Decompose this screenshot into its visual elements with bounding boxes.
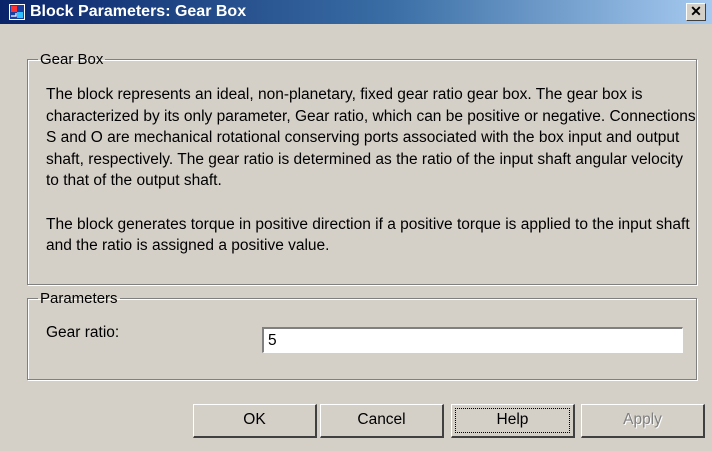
apply-button-label: Apply: [623, 411, 662, 428]
close-button[interactable]: ✕: [686, 3, 706, 21]
help-button-label: Help: [496, 411, 529, 428]
ok-button-label: OK: [243, 411, 266, 428]
cancel-button[interactable]: Cancel: [320, 404, 444, 438]
gear-box-legend: Gear Box: [40, 51, 104, 68]
simulink-block-icon: [9, 4, 25, 20]
title-bar[interactable]: Block Parameters: Gear Box ✕: [0, 0, 712, 24]
gear-ratio-label: Gear ratio:: [46, 324, 120, 341]
cancel-button-label: Cancel: [357, 411, 406, 428]
description-paragraph: The block represents an ideal, non-plane…: [46, 86, 696, 190]
description-paragraph: The block generates torque in positive d…: [46, 215, 690, 255]
gear-ratio-input[interactable]: [262, 327, 683, 353]
help-button[interactable]: Help: [451, 404, 575, 438]
block-description: The block represents an ideal, non-plane…: [46, 84, 696, 257]
window-title: Block Parameters: Gear Box: [30, 3, 247, 20]
apply-button[interactable]: Apply: [581, 404, 705, 438]
block-parameters-dialog: Block Parameters: Gear Box ✕ Gear Box Th…: [0, 0, 712, 451]
ok-button[interactable]: OK: [193, 404, 317, 438]
close-icon: ✕: [690, 3, 702, 19]
parameters-legend: Parameters: [40, 290, 118, 307]
